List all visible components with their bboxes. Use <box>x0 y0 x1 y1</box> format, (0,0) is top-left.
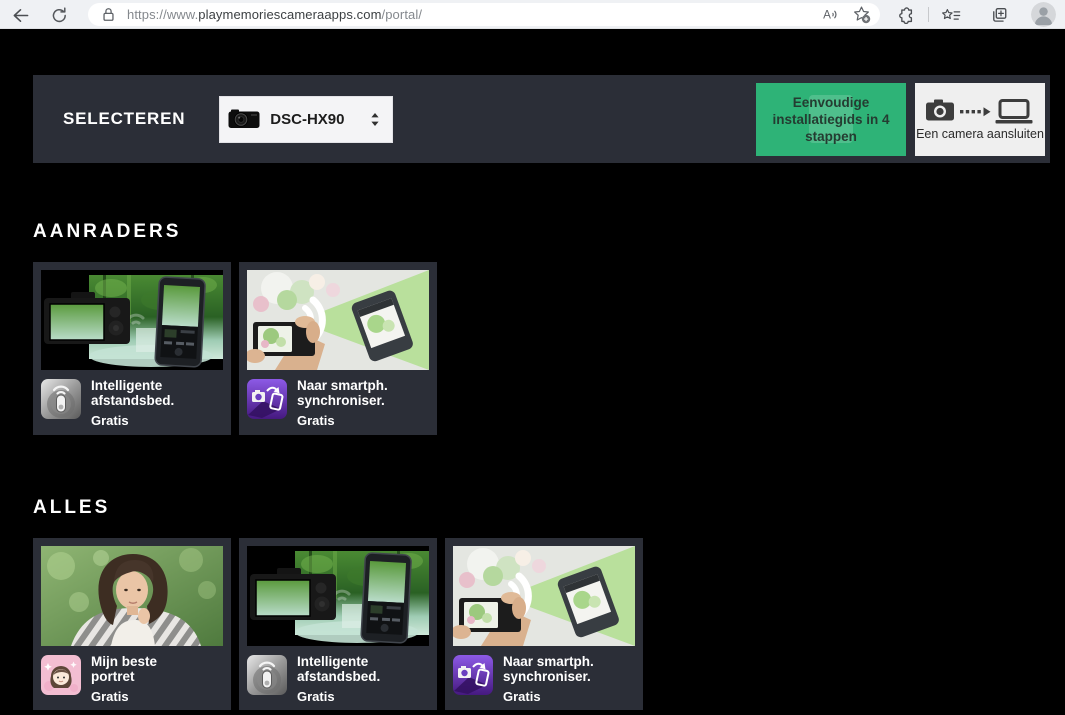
select-arrows-icon <box>370 112 380 127</box>
sync-to-smartphone-icon <box>247 379 287 419</box>
camera-model-select[interactable]: DSC-HX90 <box>219 96 393 143</box>
app-screenshot-remote <box>247 546 429 646</box>
app-screenshot-sync <box>453 546 635 646</box>
installation-guide-button[interactable]: Eenvoudige installatiegids in 4 stappen <box>756 83 906 156</box>
app-title-line1: Intelligente <box>91 379 174 394</box>
app-title-line1: Naar smartph. <box>297 379 388 394</box>
app-card-naar-smartphone[interactable]: Naar smartph. synchroniser. Gratis <box>239 262 437 435</box>
card-footer: Naar smartph. synchroniser. Gratis <box>453 655 635 704</box>
favorites-icon[interactable] <box>940 4 962 26</box>
select-label: SELECTEREN <box>63 109 185 129</box>
camera-select-bar: SELECTEREN DSC-HX90 Eenvoudige installat… <box>33 75 1050 163</box>
sync-to-smartphone-icon <box>453 655 493 695</box>
connect-camera-button[interactable]: Een camera aansluiten <box>915 83 1045 156</box>
app-title-line2: afstandsbed. <box>91 394 174 409</box>
card-footer: Mijn beste portret Gratis <box>41 655 223 704</box>
app-screenshot-remote <box>41 270 223 370</box>
section-title-aanraders: AANRADERS <box>33 221 181 243</box>
app-texts: Intelligente afstandsbed. Gratis <box>91 379 174 428</box>
card-row-alles: Mijn beste portret Gratis <box>33 538 643 710</box>
lock-icon <box>102 7 115 22</box>
app-title-line2: afstandsbed. <box>297 670 380 685</box>
add-favorite-icon[interactable] <box>850 5 872 25</box>
collections-icon[interactable] <box>988 4 1010 26</box>
portrait-icon <box>41 655 81 695</box>
app-price: Gratis <box>91 689 157 704</box>
app-card-mijn-beste-portret[interactable]: Mijn beste portret Gratis <box>33 538 231 710</box>
card-footer: Naar smartph. synchroniser. Gratis <box>247 379 429 428</box>
app-title-line2: portret <box>91 670 157 685</box>
app-title-line1: Naar smartph. <box>503 655 594 670</box>
toolbar-divider <box>928 7 929 22</box>
app-price: Gratis <box>91 413 174 428</box>
card-footer: Intelligente afstandsbed. Gratis <box>247 655 429 704</box>
app-price: Gratis <box>297 689 380 704</box>
app-texts: Naar smartph. synchroniser. Gratis <box>297 379 388 428</box>
app-title-line1: Mijn beste <box>91 655 157 670</box>
back-icon[interactable] <box>9 4 31 26</box>
app-texts: Intelligente afstandsbed. Gratis <box>297 655 380 704</box>
app-screenshot-sync <box>247 270 429 370</box>
app-price: Gratis <box>503 689 594 704</box>
address-bar[interactable]: https://www.playmemoriescameraapps.com/p… <box>88 3 880 26</box>
portal-page: SELECTEREN DSC-HX90 Eenvoudige installat… <box>0 30 1065 715</box>
camera-to-laptop-icon <box>924 97 1036 125</box>
browser-toolbar: https://www.playmemoriescameraapps.com/p… <box>0 0 1065 29</box>
remote-control-icon <box>247 655 287 695</box>
app-card-intelligente-afstandsbed[interactable]: Intelligente afstandsbed. Gratis <box>239 538 437 710</box>
section-title-alles: ALLES <box>33 497 110 519</box>
app-texts: Naar smartph. synchroniser. Gratis <box>503 655 594 704</box>
profile-avatar[interactable] <box>1031 2 1056 27</box>
url-domain: playmemoriescameraapps.com <box>198 7 381 22</box>
remote-control-icon <box>41 379 81 419</box>
extensions-icon[interactable] <box>894 4 916 26</box>
app-title-line2: synchroniser. <box>503 670 594 685</box>
card-footer: Intelligente afstandsbed. Gratis <box>41 379 223 428</box>
camera-model-value: DSC-HX90 <box>270 111 344 128</box>
app-texts: Mijn beste portret Gratis <box>91 655 157 704</box>
app-screenshot-portrait <box>41 546 223 646</box>
url-path: /portal/ <box>382 7 423 22</box>
app-price: Gratis <box>297 413 388 428</box>
installation-guide-label: Eenvoudige installatiegids in 4 stappen <box>772 95 889 144</box>
camera-thumbnail-icon <box>228 108 260 130</box>
svg-text:A: A <box>823 9 831 22</box>
app-title-line1: Intelligente <box>297 655 380 670</box>
app-card-intelligente-afstandsbed[interactable]: Intelligente afstandsbed. Gratis <box>33 262 231 435</box>
url-text[interactable]: https://www.playmemoriescameraapps.com/p… <box>127 7 812 22</box>
app-title-line2: synchroniser. <box>297 394 388 409</box>
app-card-naar-smartphone[interactable]: Naar smartph. synchroniser. Gratis <box>445 538 643 710</box>
connect-camera-label: Een camera aansluiten <box>916 127 1044 141</box>
read-aloud-icon[interactable]: A <box>820 5 842 25</box>
refresh-icon[interactable] <box>48 4 70 26</box>
card-row-aanraders: Intelligente afstandsbed. Gratis <box>33 262 437 435</box>
url-scheme: https://www. <box>127 7 198 22</box>
